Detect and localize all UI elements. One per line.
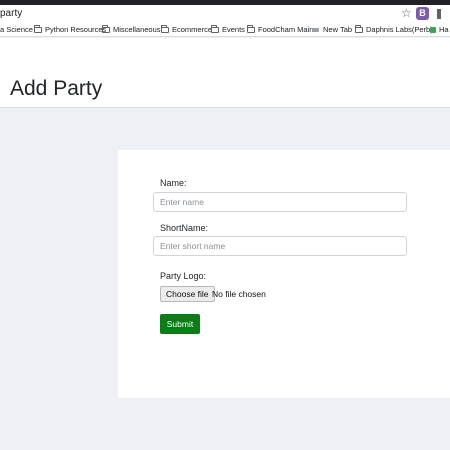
bookmark-item[interactable]: Miscellaneous [102,24,161,35]
address-bar[interactable]: party ☆ B [0,5,450,23]
folder-icon [211,24,219,33]
bookmark-label: FoodCham Main [258,25,314,34]
choose-file-button[interactable]: Choose file [160,286,215,302]
folder-icon [247,24,255,33]
name-label: Name: [160,178,187,188]
extension-b-icon[interactable]: B [416,7,429,20]
folder-icon [34,24,42,33]
bookmark-item[interactable]: Events [211,24,245,35]
file-status-text: No file chosen [212,289,266,299]
bookmark-label: a Science [0,25,33,34]
extension-menu-icon[interactable] [437,9,441,19]
submit-button[interactable]: Submit [160,314,200,334]
folder-icon [355,24,363,33]
bookmark-item[interactable]: Ha [430,24,449,35]
add-party-form: Name: ShortName: Party Logo: Choose file… [118,150,450,398]
bookmark-label: Daphnis Labs(Perb) [366,25,433,34]
bookmark-item[interactable]: a Science [0,24,33,35]
bookmark-item[interactable]: New Tab [312,24,352,35]
app-header: Add Party [0,38,450,108]
page-title: Add Party [10,77,103,100]
bookmarks-bar: a Science Python Resources Miscellaneous… [0,23,450,37]
green-square-icon [430,26,436,33]
bookmark-label: Python Resources [45,25,107,34]
bookmark-star-icon[interactable]: ☆ [401,6,412,20]
shortname-input[interactable] [153,236,407,256]
party-logo-label: Party Logo: [160,271,207,281]
folder-icon [161,24,169,33]
bookmark-label: Miscellaneous [113,25,161,34]
url-text[interactable]: party [0,8,22,19]
shortname-label: ShortName: [160,223,209,233]
bookmark-item[interactable]: FoodCham Main [247,24,313,35]
bookmark-item[interactable]: Python Resources [34,24,106,35]
bookmark-label: Ha [439,25,449,34]
bookmark-label: Events [222,25,245,34]
bookmark-label: New Tab [323,25,353,34]
new-tab-icon [312,27,320,33]
bookmark-item[interactable]: Daphnis Labs(Perb) [355,24,433,35]
name-input[interactable] [153,192,407,212]
bookmark-item[interactable]: Ecommerce [161,24,212,35]
bookmark-label: Ecommerce [172,25,213,34]
folder-icon [102,24,110,33]
